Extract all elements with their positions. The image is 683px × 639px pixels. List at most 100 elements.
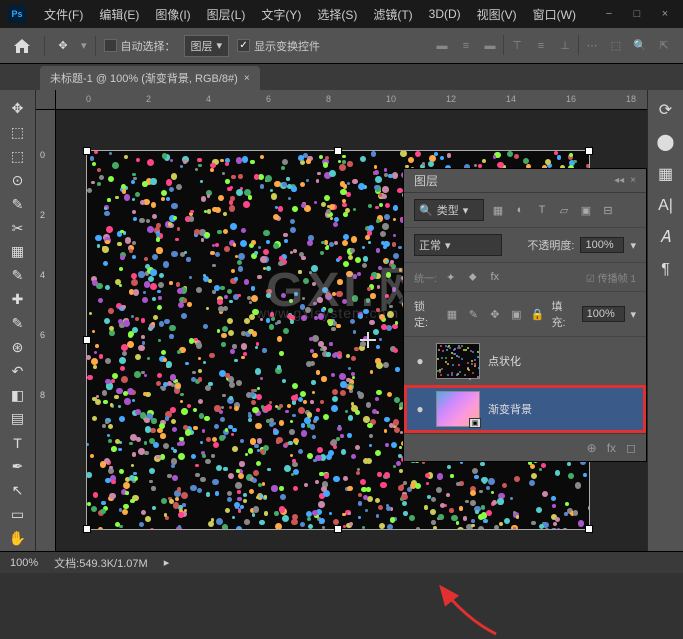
align-bottom-icon[interactable]: ⊥: [554, 35, 576, 57]
path-tool[interactable]: ↖: [4, 480, 32, 502]
lock-transparent-icon[interactable]: ▦: [444, 306, 459, 322]
visibility-icon[interactable]: ●: [412, 354, 428, 368]
gradient-tool[interactable]: ▤: [4, 408, 32, 430]
unify-style-icon[interactable]: fx: [487, 269, 503, 285]
home-button[interactable]: [8, 34, 36, 58]
paragraph-icon[interactable]: 𝐴: [654, 226, 678, 250]
layer-item-gradient[interactable]: ● ▣ 渐变背景: [404, 385, 646, 433]
unify-vis-icon[interactable]: ⬥: [465, 269, 481, 285]
filter-type-select[interactable]: 🔍 类型 ▾: [414, 199, 484, 221]
document-tab[interactable]: 未标题-1 @ 100% (渐变背景, RGB/8#) ×: [40, 66, 260, 90]
filter-pixel-icon[interactable]: ▦: [490, 202, 506, 218]
handle-top-right[interactable]: [585, 147, 593, 155]
filter-toggle-icon[interactable]: ⊟: [600, 202, 616, 218]
eyedropper-tool[interactable]: ✎: [4, 265, 32, 287]
filter-smart-icon[interactable]: ▣: [578, 202, 594, 218]
history-brush-tool[interactable]: ↶: [4, 360, 32, 382]
swatches-icon[interactable]: ▦: [654, 162, 678, 186]
move-tool[interactable]: ✥: [4, 98, 32, 120]
layer-item-pointillize[interactable]: ● 点状化: [404, 337, 646, 385]
type-panel-icon[interactable]: A|: [654, 194, 678, 218]
menu-edit[interactable]: 编辑(E): [91, 6, 147, 23]
crop-tool[interactable]: ✂: [4, 217, 32, 239]
blend-mode-select[interactable]: 正常 ▾: [414, 234, 502, 256]
menu-filter[interactable]: 滤镜(T): [365, 6, 420, 23]
menu-3d[interactable]: 3D(D): [421, 7, 469, 21]
type-tool[interactable]: T: [4, 432, 32, 454]
handle-top-left[interactable]: [83, 147, 91, 155]
close-panel-icon[interactable]: ×: [630, 175, 636, 186]
close-button[interactable]: ×: [655, 7, 675, 21]
eraser-tool[interactable]: ◧: [4, 384, 32, 406]
quick-select-tool[interactable]: ✎: [4, 193, 32, 215]
menu-type[interactable]: 文字(Y): [253, 6, 309, 23]
tab-close-icon[interactable]: ×: [244, 73, 250, 84]
handle-top-mid[interactable]: [334, 147, 342, 155]
show-transform-checkbox[interactable]: 显示变换控件: [237, 38, 320, 54]
zoom-level[interactable]: 100%: [10, 557, 38, 569]
minimize-button[interactable]: −: [599, 7, 619, 21]
brush-tool[interactable]: ✎: [4, 313, 32, 335]
color-icon[interactable]: ⬤: [654, 130, 678, 154]
lock-position-icon[interactable]: ✥: [487, 306, 502, 322]
search-icon[interactable]: 🔍: [629, 35, 651, 57]
handle-bot-left[interactable]: [83, 525, 91, 533]
lasso-tool[interactable]: ⊙: [4, 170, 32, 192]
filter-type-icon[interactable]: T: [534, 202, 550, 218]
share-icon[interactable]: ⇱: [653, 35, 675, 57]
handle-mid-left[interactable]: [83, 336, 91, 344]
3d-mode-icon[interactable]: ⬚: [605, 35, 627, 57]
menu-layer[interactable]: 图层(L): [199, 6, 254, 23]
handle-bot-right[interactable]: [585, 525, 593, 533]
move-tool-icon[interactable]: ✥: [53, 36, 73, 56]
history-icon[interactable]: ⟳: [654, 98, 678, 122]
transform-center-icon[interactable]: [360, 332, 376, 348]
chevron-down-icon[interactable]: ▾: [630, 239, 636, 252]
lock-all-icon[interactable]: 🔒: [530, 306, 545, 322]
handle-bot-mid[interactable]: [334, 525, 342, 533]
link-layers-icon[interactable]: ⊕: [587, 441, 597, 455]
chevron-right-icon[interactable]: ▸: [164, 556, 170, 569]
auto-select-checkbox[interactable]: 自动选择：: [104, 38, 176, 54]
pen-tool[interactable]: ✒: [4, 456, 32, 478]
maximize-button[interactable]: □: [627, 7, 647, 21]
lock-pixels-icon[interactable]: ✎: [466, 306, 481, 322]
opacity-label: 不透明度:: [527, 237, 574, 253]
propagate-checkbox[interactable]: ☑ 传播帧 1: [586, 270, 636, 285]
layer-style-icon[interactable]: fx: [607, 441, 616, 455]
healing-tool[interactable]: ✚: [4, 289, 32, 311]
opacity-input[interactable]: 100%: [580, 237, 624, 253]
menu-view[interactable]: 视图(V): [469, 6, 525, 23]
layer-thumbnail[interactable]: ▣: [436, 391, 480, 427]
layer-thumbnail[interactable]: [436, 343, 480, 379]
filter-adjust-icon[interactable]: ◐: [512, 202, 528, 218]
align-top-icon[interactable]: ⊤: [506, 35, 528, 57]
unify-pos-icon[interactable]: ✦: [443, 269, 459, 285]
menu-file[interactable]: 文件(F): [36, 6, 91, 23]
filter-shape-icon[interactable]: ▱: [556, 202, 572, 218]
lock-artboard-icon[interactable]: ▣: [509, 306, 524, 322]
align-left-icon[interactable]: ▬: [431, 35, 453, 57]
align-right-icon[interactable]: ▬: [479, 35, 501, 57]
hand-tool[interactable]: ✋: [4, 527, 32, 549]
shape-tool[interactable]: ▭: [4, 503, 32, 525]
paragraph-styles-icon[interactable]: ¶: [654, 258, 678, 282]
menu-image[interactable]: 图像(I): [147, 6, 198, 23]
more-icon[interactable]: ⋯: [581, 35, 603, 57]
menu-select[interactable]: 选择(S): [309, 6, 365, 23]
layer-mask-icon[interactable]: ◻: [626, 441, 636, 455]
marquee-tool[interactable]: ⬚: [4, 146, 32, 168]
fill-input[interactable]: 100%: [582, 306, 625, 322]
menu-window[interactable]: 窗口(W): [525, 6, 584, 23]
frame-tool[interactable]: ▦: [4, 241, 32, 263]
collapse-icon[interactable]: ◂◂: [614, 175, 624, 186]
clone-tool[interactable]: ⊛: [4, 336, 32, 358]
ruler-vertical: 0 2 4 6 8: [36, 110, 56, 573]
align-center-h-icon[interactable]: ≡: [455, 35, 477, 57]
artboard-tool[interactable]: ⬚: [4, 122, 32, 144]
chevron-down-icon[interactable]: ▾: [631, 308, 637, 321]
target-select[interactable]: 图层 ▾: [184, 35, 230, 57]
visibility-icon[interactable]: ●: [412, 402, 428, 416]
panel-title: 图层: [414, 172, 438, 189]
align-middle-icon[interactable]: ≡: [530, 35, 552, 57]
